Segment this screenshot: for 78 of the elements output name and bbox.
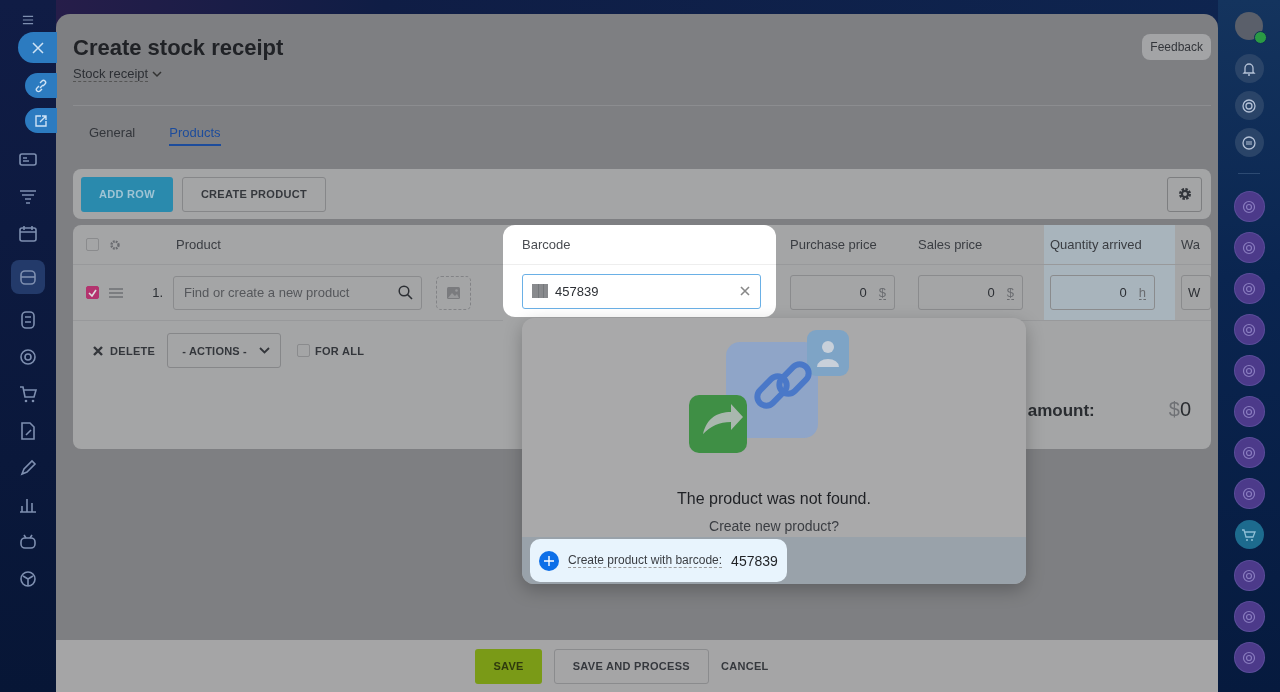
column-header: Purchase price: [784, 225, 912, 265]
document-type-selector[interactable]: Stock receipt: [73, 66, 163, 82]
field-value: 0: [987, 285, 995, 300]
clear-button[interactable]: [740, 285, 750, 296]
external-link-icon: [34, 113, 48, 128]
cart-icon[interactable]: [17, 383, 39, 405]
field-value: 0: [859, 285, 867, 300]
row-checkbox[interactable]: [86, 286, 99, 299]
empty-state-title: The product was not found.: [677, 490, 871, 508]
number-field[interactable]: 0 $: [918, 275, 1023, 310]
target-icon[interactable]: [17, 346, 39, 368]
feedback-button[interactable]: Feedback: [1142, 34, 1211, 60]
link-icon: [34, 78, 48, 93]
number-field[interactable]: 0 $: [790, 275, 895, 310]
bell-icon: [1241, 60, 1257, 77]
delete-button[interactable]: DELETE: [93, 344, 156, 357]
chat-item[interactable]: [1234, 233, 1264, 262]
close-icon: [93, 345, 103, 356]
cart-icon: [1241, 527, 1257, 542]
barcode-field[interactable]: 457839: [522, 273, 761, 309]
page-title: Create stock receipt: [73, 34, 284, 62]
chat-item[interactable]: [1234, 643, 1264, 672]
close-button[interactable]: [18, 32, 57, 63]
save-button[interactable]: SAVE: [475, 648, 542, 684]
chat-item[interactable]: [1234, 438, 1264, 467]
tab[interactable]: General: [89, 125, 136, 146]
create-product-button[interactable]: CREATE PRODUCT: [181, 176, 326, 212]
unit-label: $: [878, 285, 886, 300]
warehouse-field[interactable]: W: [1181, 275, 1211, 310]
cancel-link[interactable]: CANCEL: [721, 648, 769, 684]
settings-button[interactable]: [1167, 176, 1202, 212]
search-icon: [398, 284, 413, 300]
chevron-down-icon: [258, 347, 270, 354]
actions-dropdown[interactable]: - ACTIONS -: [167, 333, 281, 368]
select-all-checkbox[interactable]: [86, 238, 99, 251]
notifications-button[interactable]: [1234, 54, 1264, 83]
chat-item[interactable]: [1234, 356, 1264, 385]
total-value: $0: [1168, 398, 1191, 421]
chat-item[interactable]: [1234, 397, 1264, 426]
checkmark-icon: [88, 288, 97, 297]
column-header: Product: [150, 225, 503, 265]
column-header: Barcode: [503, 225, 776, 265]
chat-item[interactable]: [1234, 520, 1264, 549]
calendar-icon[interactable]: [17, 223, 39, 245]
unit-label: h: [1138, 285, 1146, 300]
unit-label: $: [1006, 285, 1014, 300]
column-header: Quantity arrived: [1044, 225, 1175, 265]
save-and-process-button[interactable]: SAVE AND PROCESS: [553, 648, 709, 684]
for-all-checkbox[interactable]: FOR ALL: [296, 344, 365, 357]
plus-icon: [539, 550, 559, 571]
status-badge: [1254, 31, 1267, 44]
product-search-field[interactable]: Find or create a new product: [173, 275, 422, 310]
chat-item[interactable]: [1234, 479, 1264, 508]
chat-item[interactable]: [1234, 602, 1264, 631]
chat-item[interactable]: [1234, 192, 1264, 221]
drag-handle-icon[interactable]: [109, 287, 123, 298]
number-field[interactable]: 0 h: [1050, 275, 1155, 310]
barcode-icon: [532, 283, 548, 298]
create-product-with-barcode-button[interactable]: Create product with barcode: 457839: [530, 539, 787, 582]
open-new-window-button[interactable]: [25, 108, 57, 133]
total-label: amount:: [1027, 401, 1095, 421]
field-value: 0: [1119, 285, 1127, 300]
close-icon: [740, 285, 750, 296]
column-header: Wa: [1175, 225, 1211, 265]
row-number: 1.: [151, 285, 163, 300]
chat-button[interactable]: [1234, 128, 1264, 157]
close-icon: [31, 41, 44, 54]
chat-icon: [1241, 134, 1257, 151]
chat-item[interactable]: [1234, 274, 1264, 303]
field-value: W: [1188, 285, 1201, 300]
chat-item[interactable]: [1234, 561, 1264, 590]
copy-link-button[interactable]: [25, 73, 57, 98]
chat-item[interactable]: [1234, 315, 1264, 344]
empty-state-subtitle: Create new product?: [709, 518, 839, 534]
image-icon: [447, 286, 460, 299]
chevron-down-icon: [152, 70, 163, 78]
settings-icon: [1176, 186, 1193, 202]
sidebar-item[interactable]: [11, 260, 45, 294]
